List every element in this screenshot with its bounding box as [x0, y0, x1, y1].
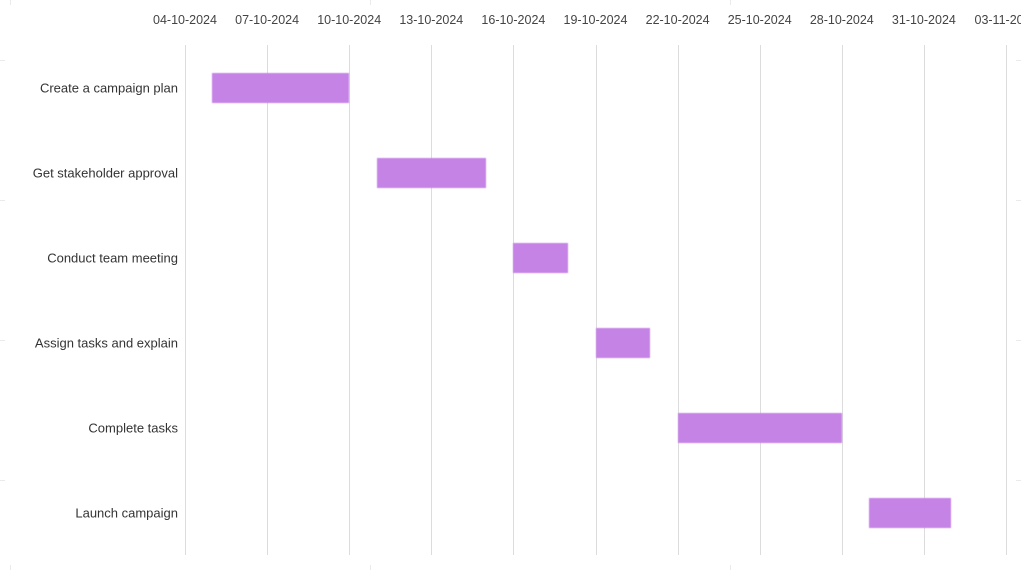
gridline — [924, 45, 925, 555]
gantt-bar — [678, 413, 842, 443]
gridline — [842, 45, 843, 555]
y-tick-label: Create a campaign plan — [40, 80, 178, 95]
gantt-bar — [596, 328, 651, 358]
gridline — [185, 45, 186, 555]
x-tick-label: 28-10-2024 — [810, 13, 874, 27]
x-tick-label: 31-10-2024 — [892, 13, 956, 27]
gridline — [678, 45, 679, 555]
gridline — [431, 45, 432, 555]
gantt-bar — [377, 158, 486, 188]
y-tick-label: Get stakeholder approval — [33, 165, 178, 180]
gridline — [596, 45, 597, 555]
y-tick-label: Conduct team meeting — [47, 250, 178, 265]
gridline — [760, 45, 761, 555]
gridline — [513, 45, 514, 555]
gantt-bar — [869, 498, 951, 528]
y-tick-label: Complete tasks — [88, 420, 178, 435]
y-tick-label: Assign tasks and explain — [35, 335, 178, 350]
y-axis: Create a campaign plan Get stakeholder ap… — [5, 45, 180, 555]
x-tick-label: 07-10-2024 — [235, 13, 299, 27]
gantt-bar — [513, 243, 568, 273]
gantt-chart: 04-10-2024 07-10-2024 10-10-2024 13-10-2024… — [5, 5, 1016, 565]
gridline — [349, 45, 350, 555]
x-tick-label: 25-10-2024 — [728, 13, 792, 27]
x-tick-label: 13-10-2024 — [399, 13, 463, 27]
x-tick-label: 19-10-2024 — [564, 13, 628, 27]
x-tick-label: 03-11-2024 — [974, 13, 1021, 27]
gridline — [1006, 45, 1007, 555]
x-axis: 04-10-202407-10-202410-10-202413-10-2024… — [185, 13, 1006, 35]
gridline — [267, 45, 268, 555]
x-tick-label: 22-10-2024 — [646, 13, 710, 27]
gantt-bar — [212, 73, 349, 103]
plot-area — [185, 45, 1006, 555]
x-tick-label: 16-10-2024 — [481, 13, 545, 27]
y-tick-label: Launch campaign — [75, 505, 178, 520]
x-tick-label: 04-10-2024 — [153, 13, 217, 27]
x-tick-label: 10-10-2024 — [317, 13, 381, 27]
